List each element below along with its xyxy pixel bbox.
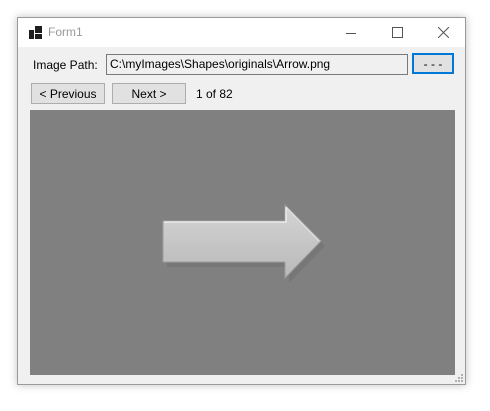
right-arrow-image	[162, 203, 325, 283]
form-window: Form1 Image Path: C:\myImages\Shapes\ori…	[17, 17, 466, 385]
minimize-button[interactable]	[328, 18, 374, 47]
image-path-label: Image Path:	[33, 58, 98, 72]
browse-button[interactable]: - - -	[412, 53, 454, 74]
next-button[interactable]: Next >	[112, 83, 186, 104]
app-icon	[29, 26, 42, 39]
maximize-icon	[391, 27, 403, 38]
maximize-button[interactable]	[374, 18, 420, 47]
image-counter: 1 of 82	[196, 87, 233, 101]
size-grip-icon[interactable]	[454, 373, 463, 382]
minimize-icon	[346, 32, 356, 34]
title-bar[interactable]: Form1	[18, 18, 465, 47]
image-path-field[interactable]: C:\myImages\Shapes\originals\Arrow.png	[106, 54, 408, 75]
picture-box	[30, 110, 455, 375]
close-icon	[437, 27, 449, 38]
close-button[interactable]	[420, 18, 466, 47]
window-title: Form1	[48, 25, 83, 39]
previous-button[interactable]: < Previous	[31, 83, 105, 104]
